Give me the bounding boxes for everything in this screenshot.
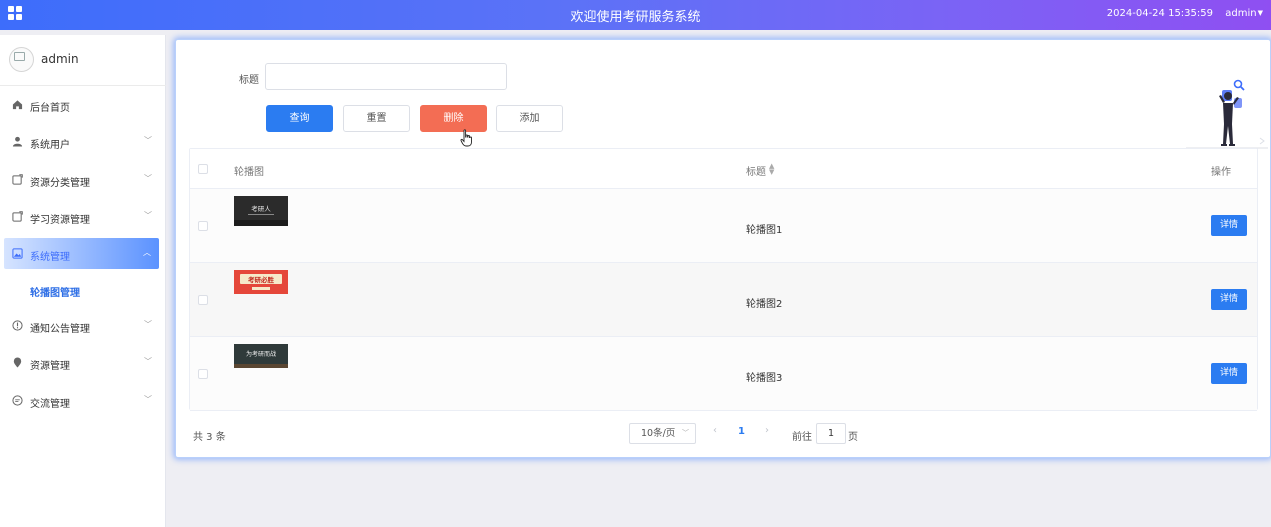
- info-icon: [12, 320, 23, 331]
- chat-icon: [12, 395, 23, 406]
- sidebar-item-label: 系统管理: [30, 252, 70, 263]
- user-icon: [12, 136, 23, 147]
- detail-button[interactable]: 详情: [1211, 289, 1247, 310]
- page-size-value: 10条/页: [641, 428, 676, 439]
- chevron-up-icon: ︿: [143, 248, 151, 257]
- chevron-down-icon: ﹀: [144, 136, 152, 145]
- sidebar-item-resources[interactable]: 资源管理 ﹀: [0, 349, 166, 377]
- sidebar: admin 后台首页 系统用户 ﹀ 资源分类管理 ﹀ 学习资源管理 ﹀ 系统管理…: [0, 35, 166, 527]
- hand-cursor-icon: [460, 129, 472, 147]
- goto-label: 前往: [792, 432, 812, 443]
- chevron-down-icon: ﹀: [144, 357, 152, 366]
- column-header-image: 轮播图: [234, 167, 264, 178]
- sidebar-item-label: 资源分类管理: [30, 178, 90, 189]
- table-row: 为考研而战 轮播图3 详情: [190, 337, 1257, 411]
- sidebar-item-notice[interactable]: 通知公告管理 ﹀: [0, 312, 166, 340]
- chevron-down-icon: ﹀: [144, 320, 152, 329]
- row-checkbox[interactable]: [198, 221, 208, 231]
- sidebar-item-users[interactable]: 系统用户 ﹀: [0, 128, 166, 156]
- select-all-checkbox[interactable]: [198, 164, 208, 174]
- main-card: 标题 查询 重置 删除 添加 轮播图 标题▲ ▼ 操作 考研人 轮播图1 详情 …: [175, 39, 1271, 458]
- sidebar-item-home[interactable]: 后台首页: [0, 91, 166, 119]
- sidebar-item-resource-category[interactable]: 资源分类管理 ﹀: [0, 166, 166, 194]
- user-name: admin: [1225, 8, 1257, 19]
- chevron-down-icon: ﹀: [682, 429, 689, 437]
- delete-button[interactable]: 删除: [420, 105, 487, 132]
- sidebar-item-label: 学习资源管理: [30, 215, 90, 226]
- sidebar-subitem-carousel[interactable]: 轮播图管理: [30, 284, 80, 299]
- goto-page-input[interactable]: [816, 423, 846, 444]
- image-icon: [12, 248, 23, 259]
- table-row: 考研人 轮播图1 详情: [190, 189, 1257, 263]
- goto-suffix: 页: [848, 432, 858, 443]
- top-bar: 欢迎使用考研服务系统 2024-04-24 15:35:59 admin▼: [0, 0, 1271, 30]
- total-count: 共 3 条: [193, 432, 226, 443]
- query-button[interactable]: 查询: [266, 105, 333, 132]
- sidebar-username: admin: [41, 52, 79, 66]
- search-illustration: [1186, 79, 1268, 149]
- sidebar-item-label: 系统用户: [30, 140, 70, 151]
- carousel-table: 轮播图 标题▲ ▼ 操作 考研人 轮播图1 详情 考研必胜 轮播图2 详情 为考…: [189, 148, 1258, 411]
- chevron-down-icon: ﹀: [144, 395, 152, 404]
- title-filter-label: 标题: [239, 75, 259, 86]
- folder-icon: [12, 174, 23, 185]
- row-title: 轮播图3: [746, 373, 783, 384]
- sidebar-item-label: 通知公告管理: [30, 324, 90, 335]
- page-size-select[interactable]: 10条/页 ﹀: [629, 423, 696, 444]
- thumbnail-text: 为考研而战: [246, 350, 276, 358]
- thumbnail-text: 考研人: [251, 205, 271, 213]
- sidebar-item-discussion[interactable]: 交流管理 ﹀: [0, 387, 166, 415]
- sidebar-user: admin: [0, 35, 166, 86]
- detail-button[interactable]: 详情: [1211, 215, 1247, 236]
- folder-icon: [12, 211, 23, 222]
- avatar: [9, 47, 34, 72]
- page-title: 欢迎使用考研服务系统: [570, 10, 701, 25]
- chevron-down-icon: ▼: [1257, 9, 1263, 17]
- sidebar-item-learning-resource[interactable]: 学习资源管理 ﹀: [0, 203, 166, 231]
- column-header-actions: 操作: [1211, 167, 1231, 178]
- row-checkbox[interactable]: [198, 295, 208, 305]
- sidebar-item-label: 资源管理: [30, 361, 70, 372]
- user-menu[interactable]: admin▼: [1225, 8, 1263, 19]
- carousel-thumbnail: 考研人: [234, 196, 288, 226]
- page-number[interactable]: 1: [738, 426, 745, 437]
- sidebar-item-label: 交流管理: [30, 399, 70, 410]
- sidebar-item-system[interactable]: 系统管理 ︿: [4, 238, 159, 269]
- home-icon: [12, 100, 23, 110]
- detail-button[interactable]: 详情: [1211, 363, 1247, 384]
- table-row: 考研必胜 轮播图2 详情: [190, 263, 1257, 337]
- table-header: 轮播图 标题▲ ▼ 操作: [190, 149, 1257, 189]
- thumbnail-text: 考研必胜: [248, 275, 275, 284]
- row-title: 轮播图2: [746, 299, 783, 310]
- next-page-icon[interactable]: ›: [765, 425, 769, 436]
- sidebar-item-label: 后台首页: [30, 103, 70, 114]
- chevron-down-icon: ﹀: [144, 211, 152, 220]
- carousel-thumbnail: 为考研而战: [234, 344, 288, 368]
- prev-page-icon[interactable]: ‹: [713, 425, 717, 436]
- datetime: 2024-04-24 15:35:59: [1106, 8, 1213, 19]
- add-button[interactable]: 添加: [496, 105, 563, 132]
- title-filter-input[interactable]: [265, 63, 507, 90]
- reset-button[interactable]: 重置: [343, 105, 410, 132]
- column-header-title[interactable]: 标题▲ ▼: [746, 163, 774, 179]
- row-checkbox[interactable]: [198, 369, 208, 379]
- carousel-thumbnail: 考研必胜: [234, 270, 288, 294]
- chevron-down-icon: ﹀: [144, 174, 152, 183]
- location-icon: [13, 357, 22, 368]
- row-title: 轮播图1: [746, 225, 783, 236]
- sort-icon[interactable]: ▲ ▼: [769, 163, 774, 176]
